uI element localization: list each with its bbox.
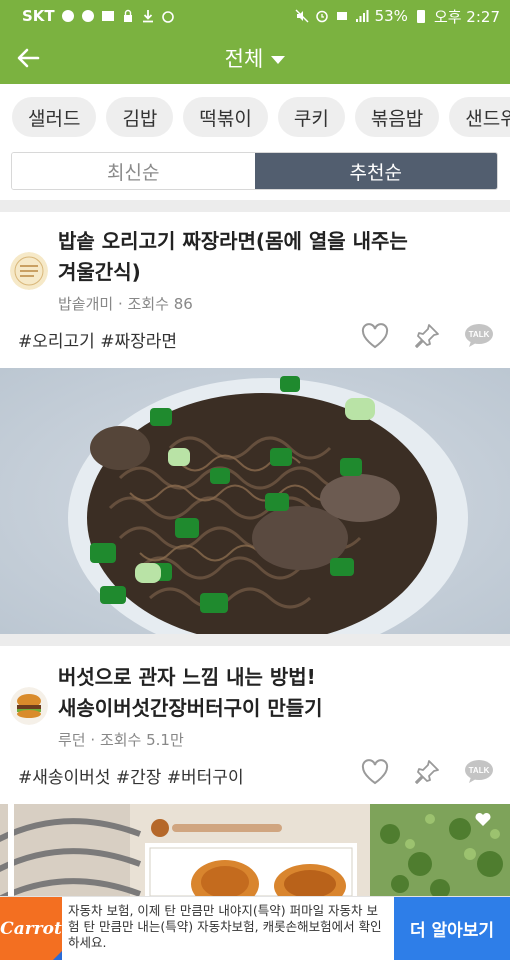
app-screen: SKT 53% 오후 2:27 전체 샐러드 김밥 떡볶이 쿠키 볶음밥 샌드위… <box>0 0 510 960</box>
category-chip[interactable]: 볶음밥 <box>354 97 440 137</box>
post-photo[interactable] <box>0 804 510 896</box>
status-bar: SKT 53% 오후 2:27 <box>0 0 510 32</box>
author-name: 루던 <box>58 731 86 749</box>
talk-icon: TALK <box>465 324 493 347</box>
author-avatar[interactable] <box>10 252 48 290</box>
clock: 오후 2:27 <box>433 7 500 26</box>
adchoices-icon[interactable] <box>52 951 62 960</box>
mushroom-butter-image <box>0 804 510 896</box>
photo-icon <box>101 11 114 21</box>
talk-icon: TALK <box>465 760 493 783</box>
ad-logo[interactable]: Carrot <box>0 897 62 960</box>
kakaotalk-share-button[interactable]: TALK <box>464 321 494 351</box>
back-arrow-icon[interactable] <box>14 44 42 72</box>
pin-icon <box>415 760 439 784</box>
avatar-image <box>10 687 48 725</box>
wifi-icon <box>336 12 347 20</box>
notification-icon <box>61 10 74 22</box>
post-title[interactable]: 버섯으로 관자 느낌 내는 방법! 새송이버섯간장버터구이 만들기 <box>58 662 458 724</box>
battery-icon <box>416 10 425 23</box>
ad-text[interactable]: 자동차 보험, 이제 탄 만큼만 내야지(특약) 퍼마일 자동차 보험 탄 만큼… <box>62 897 394 960</box>
post-tags[interactable]: #새송이버섯 #간장 #버터구이 <box>18 763 244 788</box>
ad-learn-more-button[interactable]: 더 알아보기 <box>394 897 510 960</box>
download-icon <box>142 10 153 23</box>
post-title-line: 새송이버섯간장버터구이 만들기 <box>58 696 323 720</box>
notification-icon <box>81 10 94 22</box>
category-chip[interactable]: 샌드위 <box>449 97 510 137</box>
meta-separator: · <box>90 731 100 749</box>
chevron-down-icon <box>271 55 286 64</box>
post-meta: 루던 · 조회수 5.1만 <box>58 729 184 750</box>
pin-button[interactable] <box>412 757 442 787</box>
author-name: 밥솥개미 <box>58 295 114 313</box>
category-chip[interactable]: 김밥 <box>106 97 174 137</box>
svg-text:TALK: TALK <box>469 766 490 775</box>
section-divider <box>0 634 510 646</box>
kakaotalk-share-button[interactable]: TALK <box>464 757 494 787</box>
sort-latest-tab[interactable]: 최신순 <box>12 153 255 189</box>
heart-icon <box>361 323 389 349</box>
post-title[interactable]: 밥솥 오리고기 짜장라면(몸에 열을 내주는 겨울간식) <box>58 226 458 288</box>
post-actions: TALK <box>360 757 494 787</box>
app-notification-icon <box>161 11 174 23</box>
category-chip-bar[interactable]: 샐러드 김밥 떡볶이 쿠키 볶음밥 샌드위 <box>0 84 510 150</box>
heart-icon <box>361 759 389 785</box>
sort-toggle: 최신순 추천순 <box>11 152 498 190</box>
post-title-line: 버섯으로 관자 느낌 내는 방법! <box>58 665 316 689</box>
post-title-line: 밥솥 오리고기 짜장라면(몸에 열을 내주는 <box>58 229 408 253</box>
section-divider <box>0 200 510 212</box>
author-avatar[interactable] <box>10 687 48 725</box>
post-photo[interactable] <box>0 368 510 634</box>
pin-button[interactable] <box>412 321 442 351</box>
like-button[interactable] <box>360 321 390 351</box>
post-tags[interactable]: #오리고기 #짜장라면 <box>18 327 177 352</box>
meta-separator: · <box>117 295 128 313</box>
carrier-label: SKT <box>22 7 55 25</box>
ad-banner[interactable]: Carrot 자동차 보험, 이제 탄 만큼만 내야지(특약) 퍼마일 자동차 … <box>0 896 510 960</box>
pin-icon <box>415 324 439 348</box>
alarm-icon <box>315 10 328 23</box>
lock-icon <box>123 9 132 22</box>
like-button[interactable] <box>360 757 390 787</box>
category-chip[interactable]: 떡볶이 <box>183 97 268 137</box>
jjajang-ramen-image <box>0 368 510 634</box>
signal-icon <box>355 10 369 22</box>
app-bar: 전체 <box>0 32 510 84</box>
view-count: 조회수 5.1만 <box>99 731 184 749</box>
ad-brand: Carrot <box>0 919 62 939</box>
avatar-image <box>10 252 48 290</box>
post-actions: TALK <box>360 321 494 351</box>
sort-recommended-tab[interactable]: 추천순 <box>254 153 497 189</box>
view-count: 조회수 86 <box>127 295 193 313</box>
svg-text:TALK: TALK <box>469 330 490 339</box>
category-chip[interactable]: 샐러드 <box>12 97 97 137</box>
mute-icon <box>295 9 309 23</box>
category-dropdown[interactable]: 전체 <box>225 43 286 73</box>
post-meta: 밥솥개미 · 조회수 86 <box>58 293 193 314</box>
category-chip[interactable]: 쿠키 <box>277 97 345 137</box>
battery-percent: 53% <box>374 7 408 25</box>
post-title-line: 겨울간식) <box>58 260 141 284</box>
page-title: 전체 <box>224 47 264 71</box>
